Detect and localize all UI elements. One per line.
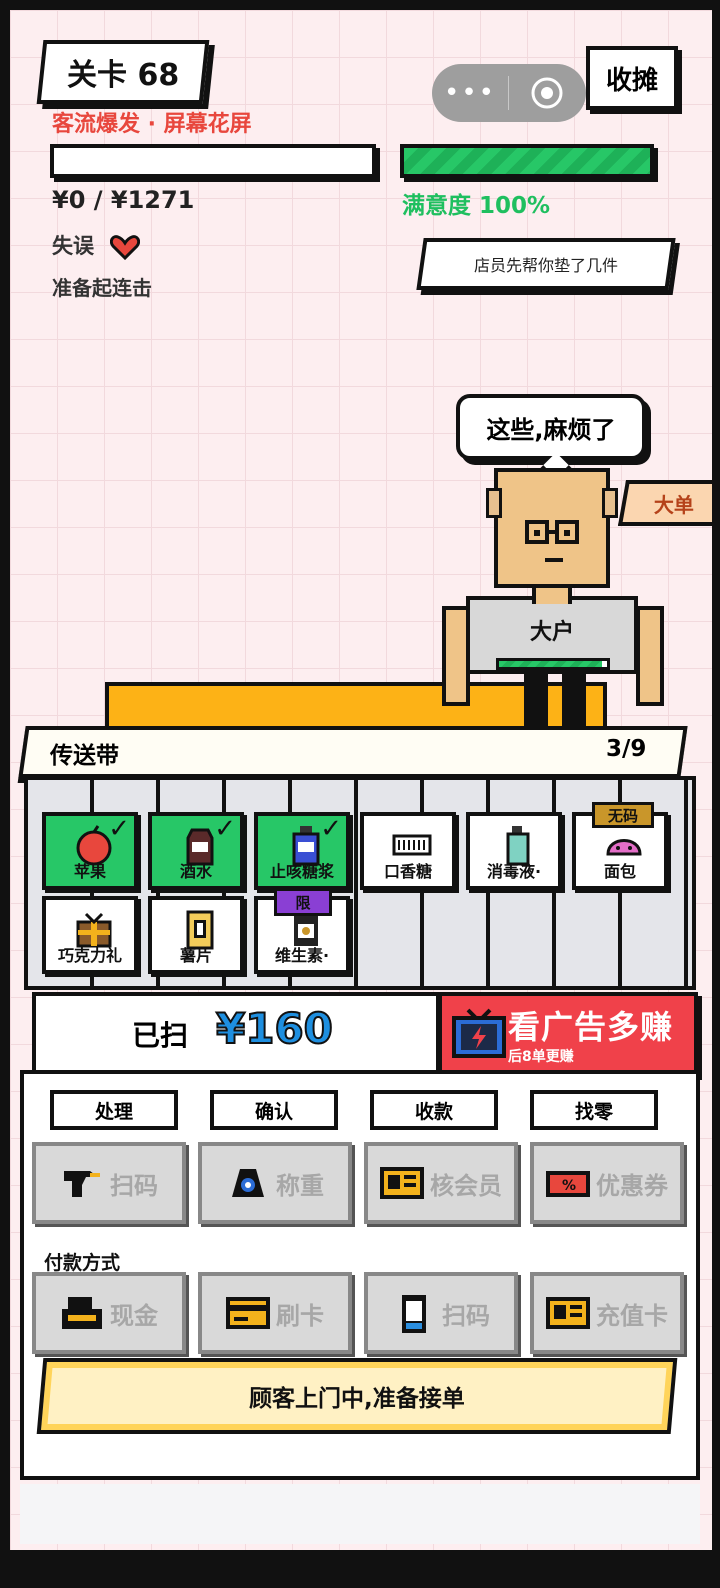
- customer-left-ear: [486, 488, 502, 518]
- customer-neck: [532, 588, 572, 604]
- payment-button-label: 刷卡: [276, 1301, 324, 1330]
- checkmark-icon: ✓: [214, 814, 236, 844]
- payment-button[interactable]: 现金: [32, 1272, 186, 1354]
- belt-item[interactable]: 维生素· 限: [254, 888, 350, 974]
- bank-card-icon: [226, 1297, 270, 1329]
- payment-button[interactable]: 充值卡: [530, 1272, 684, 1354]
- action-button[interactable]: 称重: [198, 1142, 352, 1224]
- step-label: 找零: [530, 1090, 658, 1130]
- status-text: 顾客上门中,准备接单: [249, 1386, 465, 1412]
- customer-right-leg: [562, 674, 586, 734]
- level-label: 关卡 68: [66, 58, 180, 93]
- scale-icon: [232, 1169, 264, 1197]
- step-label: 确认: [210, 1090, 338, 1130]
- tip-banner: 店员先帮你垫了几件: [416, 238, 676, 290]
- svg-text:%: %: [562, 1178, 576, 1194]
- speech-bubble: 这些,麻烦了: [456, 394, 646, 460]
- satisfaction-fill: [404, 148, 650, 174]
- belt-item[interactable]: 酒水 ✓: [148, 812, 244, 890]
- money-label: ¥0 / ¥1271: [52, 186, 195, 214]
- belt-item[interactable]: 止咳糖浆 ✓: [254, 812, 350, 890]
- scanner-icon: [64, 1171, 100, 1197]
- action-button[interactable]: 核会员: [364, 1142, 518, 1224]
- payment-title: 付款方式: [44, 1252, 121, 1274]
- big-order-badge: 大单: [617, 480, 712, 526]
- belt-item-label: 消毒液·: [486, 862, 542, 881]
- big-order-text: 大单: [654, 492, 694, 517]
- phone-qr-icon: [402, 1295, 426, 1333]
- action-button-label: 扫码: [110, 1171, 158, 1200]
- customer-mouth: [545, 558, 563, 562]
- event-label: 客流爆发 · 屏幕花屏: [52, 112, 252, 137]
- belt-item-label: 维生素·: [274, 946, 330, 965]
- step-label: 处理: [50, 1090, 178, 1130]
- member-card-icon: [380, 1167, 424, 1199]
- level-badge: 关卡 68: [36, 40, 210, 104]
- belt-item[interactable]: 消毒液·: [466, 812, 562, 890]
- belt-item[interactable]: 巧克力礼: [42, 896, 138, 974]
- glasses-icon: [525, 520, 579, 544]
- payment-button[interactable]: 扫码: [364, 1272, 518, 1354]
- payment-button[interactable]: 刷卡: [198, 1272, 352, 1354]
- action-button-label: 核会员: [430, 1171, 502, 1200]
- ad-subtitle: 后8单更赚: [508, 1049, 574, 1065]
- money-progress-bar: [50, 144, 376, 178]
- action-button[interactable]: 扫码: [32, 1142, 186, 1224]
- action-button-label: 优惠券: [596, 1171, 668, 1200]
- status-banner: 顾客上门中,准备接单: [36, 1358, 678, 1434]
- belt-item-label: 苹果: [73, 862, 106, 881]
- miniprogram-capsule: •••: [432, 64, 586, 122]
- more-menu-icon[interactable]: •••: [432, 78, 508, 108]
- satisfaction-bar: [400, 144, 654, 178]
- payment-button-label: 充值卡: [596, 1301, 668, 1330]
- step-label: 收款: [370, 1090, 498, 1130]
- limited-tag: 限: [274, 888, 332, 916]
- mistakes-label: 失误: [52, 234, 94, 258]
- tv-ad-icon: [452, 1008, 506, 1058]
- customer-right-arm: [636, 606, 664, 706]
- belt-item[interactable]: 口香糖: [360, 812, 456, 890]
- combo-label: 准备起连击: [52, 276, 152, 300]
- belt-item[interactable]: 苹果 ✓: [42, 812, 138, 890]
- coupon-icon: %: [546, 1171, 590, 1197]
- payment-button-label: 现金: [110, 1301, 158, 1330]
- belt-item-label: 止咳糖浆: [269, 862, 334, 881]
- close-target-icon[interactable]: [509, 76, 585, 110]
- belt-item-label: 巧克力礼: [57, 946, 122, 965]
- conveyor-count: 3/9: [606, 736, 647, 762]
- belt-item[interactable]: 薯片: [148, 896, 244, 974]
- payment-button-label: 扫码: [442, 1301, 490, 1330]
- prepaid-card-icon: [546, 1297, 590, 1329]
- patience-fill: [499, 661, 602, 667]
- patience-bar: [496, 658, 610, 670]
- checkmark-icon: ✓: [320, 814, 342, 844]
- heart-icon: [110, 235, 140, 260]
- ad-title: 看广告多赚: [508, 1008, 674, 1046]
- belt-item-label: 面包: [603, 862, 636, 881]
- close-stall-button[interactable]: 收摊: [586, 46, 678, 110]
- tip-text: 店员先帮你垫了几件: [473, 256, 618, 275]
- belt-item-label: 口香糖: [383, 862, 432, 881]
- panel-footer: [20, 1484, 700, 1544]
- belt-item-label: 薯片: [179, 946, 212, 965]
- action-button[interactable]: % 优惠券: [530, 1142, 684, 1224]
- scanned-value: ¥160: [215, 1003, 334, 1054]
- customer-right-ear: [602, 488, 618, 518]
- checkmark-icon: ✓: [108, 814, 130, 844]
- cash-register-icon: [62, 1297, 102, 1329]
- belt-item[interactable]: 面包 无码: [572, 802, 668, 890]
- game-screen: 关卡 68 客流爆发 · 屏幕花屏 ¥0 / ¥1271 满意度 100% 失误…: [10, 10, 712, 1550]
- action-button-label: 称重: [276, 1171, 324, 1200]
- customer-left-leg: [524, 674, 548, 734]
- no-barcode-tag: 无码: [592, 802, 654, 828]
- scanned-label: 已扫: [132, 1019, 189, 1052]
- conveyor-title: 传送带: [50, 743, 119, 769]
- satisfaction-label: 满意度 100%: [402, 193, 551, 219]
- customer-type-label: 大户: [529, 620, 574, 645]
- belt-item-label: 酒水: [179, 862, 212, 881]
